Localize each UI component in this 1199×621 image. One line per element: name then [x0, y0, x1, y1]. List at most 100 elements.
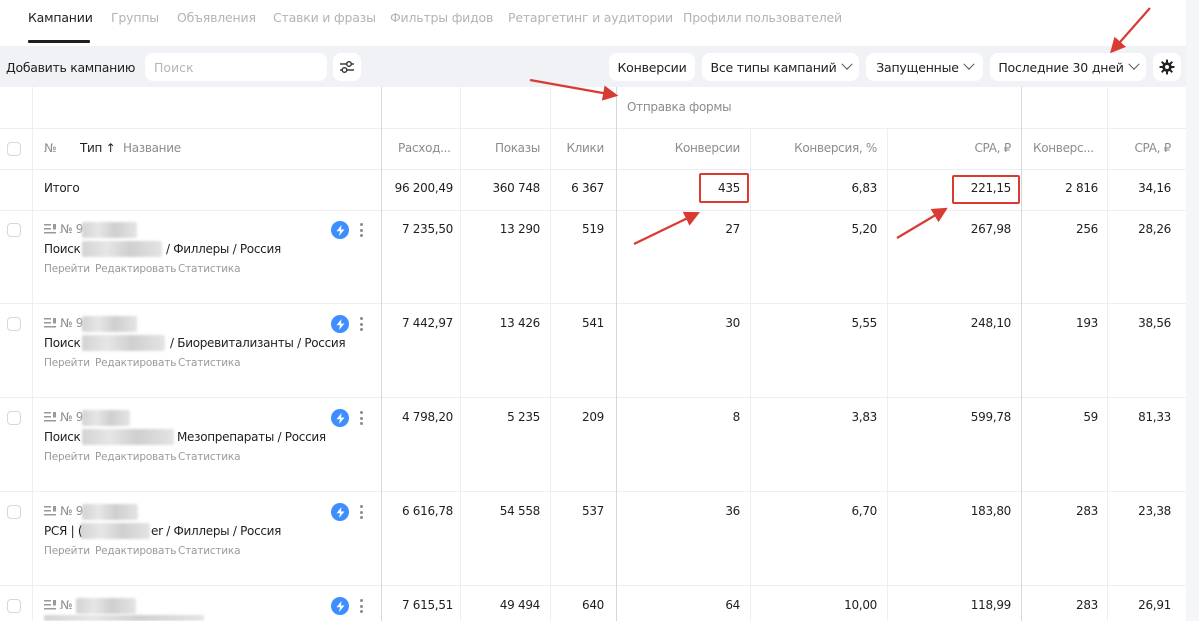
- conversions-selector[interactable]: Конверсии: [609, 53, 695, 81]
- statistics-link[interactable]: Статистика: [178, 357, 241, 369]
- more-menu-icon[interactable]: [356, 410, 366, 426]
- go-link[interactable]: Перейти: [44, 263, 90, 275]
- header-cpa[interactable]: CPA, ₽: [887, 141, 1011, 155]
- more-menu-icon[interactable]: [356, 316, 366, 332]
- header-type-sort[interactable]: Тип ↑: [80, 141, 116, 155]
- chevron-down-icon: [840, 58, 853, 70]
- go-link[interactable]: Перейти: [44, 451, 90, 463]
- redacted-text: [82, 504, 138, 520]
- row-cpa: 599,78: [970, 410, 1012, 424]
- header-clicks[interactable]: Клики: [550, 141, 604, 155]
- statistics-link[interactable]: Статистика: [178, 263, 241, 275]
- header-number: №: [44, 141, 57, 155]
- campaign-name-suffix[interactable]: Мезопрепараты / Россия: [177, 430, 326, 444]
- row-checkbox[interactable]: [7, 505, 21, 519]
- edit-link[interactable]: Редактировать: [95, 357, 176, 369]
- row-cpa: 248,10: [970, 316, 1012, 330]
- lightning-icon[interactable]: [331, 221, 349, 239]
- row-cpa: 118,99: [970, 598, 1012, 612]
- row-impressions: 54 558: [499, 504, 541, 518]
- redacted-text: [44, 615, 204, 621]
- row-spend: 7 615,51: [401, 598, 453, 612]
- row-checkbox[interactable]: [7, 411, 21, 425]
- status-label: Запущенные: [876, 59, 959, 75]
- filter-settings-button[interactable]: [333, 53, 361, 81]
- divider: [0, 169, 1186, 170]
- annotation-highlight-box: [952, 175, 1020, 204]
- divider: [550, 87, 551, 621]
- campaign-types-dropdown[interactable]: Все типы кампаний: [702, 53, 859, 81]
- statistics-link[interactable]: Статистика: [178, 545, 241, 557]
- row-checkbox[interactable]: [7, 317, 21, 331]
- row-conversion-rate: 6,70: [851, 504, 877, 518]
- campaign-name-suffix[interactable]: er / Филлеры / Россия: [151, 524, 281, 538]
- divider: [887, 128, 888, 621]
- redacted-text: [82, 222, 137, 238]
- header-impressions[interactable]: Показы: [460, 141, 540, 155]
- more-menu-icon[interactable]: [356, 598, 366, 614]
- status-dropdown[interactable]: Запущенные: [866, 53, 983, 81]
- row-conversions-2: 256: [1075, 222, 1098, 236]
- campaign-name-prefix[interactable]: Поиск: [44, 242, 81, 256]
- more-menu-icon[interactable]: [356, 504, 366, 520]
- period-dropdown[interactable]: Последние 30 дней: [990, 53, 1146, 81]
- tab-campaigns[interactable]: Кампании: [28, 10, 93, 25]
- campaign-number: № 9: [60, 410, 84, 424]
- row-spend: 7 442,97: [401, 316, 453, 330]
- add-campaign-button[interactable]: Добавить кампанию: [0, 53, 135, 81]
- campaign-name-prefix[interactable]: Поиск: [44, 430, 81, 444]
- tab-bids-phrases[interactable]: Ставки и фразы: [273, 10, 376, 25]
- go-link[interactable]: Перейти: [44, 545, 90, 557]
- divider: [0, 491, 1186, 492]
- search-input[interactable]: [145, 53, 327, 81]
- campaign-name-prefix[interactable]: РСЯ | (: [44, 524, 83, 538]
- total-label: Итого: [44, 181, 80, 195]
- edit-link[interactable]: Редактировать: [95, 263, 176, 275]
- header-name[interactable]: Название: [123, 141, 181, 155]
- edit-link[interactable]: Редактировать: [95, 451, 176, 463]
- header-conversions-2[interactable]: Конверс...: [1033, 141, 1094, 155]
- settings-button[interactable]: [1153, 53, 1181, 81]
- header-conversion-rate[interactable]: Конверсия, %: [750, 141, 877, 155]
- lightning-icon[interactable]: [331, 409, 349, 427]
- total-conversions-2: 2 816: [1065, 181, 1098, 195]
- campaign-name-suffix[interactable]: / Филлеры / Россия: [166, 242, 281, 256]
- go-link[interactable]: Перейти: [44, 357, 90, 369]
- divider: [32, 87, 33, 621]
- header-cpa-2[interactable]: CPA, ₽: [1107, 141, 1171, 155]
- campaign-number: № 9: [60, 316, 84, 330]
- row-clicks: 537: [581, 504, 604, 518]
- conversions-label: Конверсии: [617, 59, 687, 75]
- lightning-icon[interactable]: [331, 503, 349, 521]
- row-impressions: 5 235: [507, 410, 540, 424]
- row-checkbox[interactable]: [7, 599, 21, 613]
- row-checkbox[interactable]: [7, 223, 21, 237]
- campaign-number: № 9: [60, 222, 84, 236]
- tab-groups[interactable]: Группы: [111, 10, 159, 25]
- annotation-highlight-box: [699, 173, 749, 203]
- tab-feed-filters[interactable]: Фильтры фидов: [390, 10, 493, 25]
- campaign-name-prefix[interactable]: Поиск: [44, 336, 81, 350]
- tab-retargeting[interactable]: Ретаргетинг и аудитории: [508, 10, 673, 25]
- row-impressions: 49 494: [499, 598, 541, 612]
- row-conversions-2: 283: [1075, 504, 1098, 518]
- lightning-icon[interactable]: [331, 315, 349, 333]
- conversion-goal-header: Отправка формы: [627, 100, 732, 114]
- lightning-icon[interactable]: [331, 597, 349, 615]
- tab-ads[interactable]: Объявления: [177, 10, 256, 25]
- row-cpa-2: 81,33: [1138, 410, 1171, 424]
- row-conversions-2: 59: [1083, 410, 1098, 424]
- row-conversions-2: 283: [1075, 598, 1098, 612]
- tab-user-profiles[interactable]: Профили пользователей: [683, 10, 842, 25]
- more-menu-icon[interactable]: [356, 222, 366, 238]
- select-all-checkbox[interactable]: [7, 142, 21, 156]
- redacted-text: [82, 316, 137, 332]
- row-spend: 6 616,78: [401, 504, 453, 518]
- divider: [0, 303, 1186, 304]
- row-conversion-rate: 10,00: [844, 598, 877, 612]
- statistics-link[interactable]: Статистика: [178, 451, 241, 463]
- header-spend[interactable]: Расход...: [398, 141, 451, 155]
- campaign-name-suffix[interactable]: / Биоревитализанты / Россия: [170, 336, 346, 350]
- header-conversions[interactable]: Конверсии: [616, 141, 741, 155]
- edit-link[interactable]: Редактировать: [95, 545, 176, 557]
